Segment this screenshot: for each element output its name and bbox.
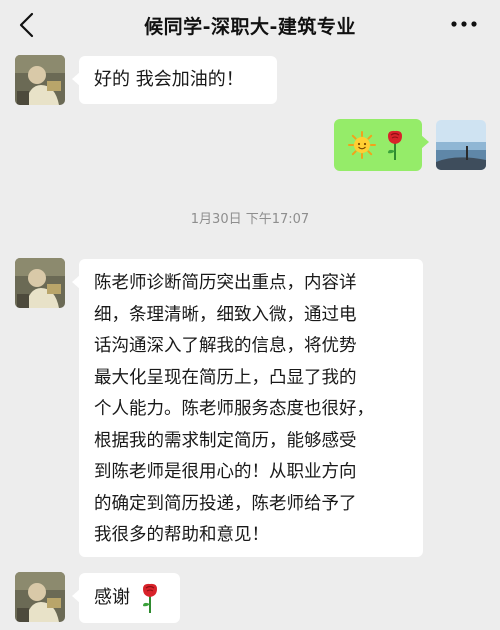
message-line: 陈老师诊断简历突出重点，内容详 xyxy=(94,273,357,293)
more-button[interactable] xyxy=(450,16,478,32)
message-line: 细，条理清晰，细致入微，通过电 xyxy=(94,304,357,325)
avatar-photo xyxy=(436,120,486,170)
more-dots-icon xyxy=(451,21,477,27)
message-line: 个人能力。陈老师服务态度也很好， xyxy=(94,399,374,419)
message-line: 根据我的需求制定简历，能够感受 xyxy=(94,430,357,451)
message-line: 的确定到简历投递，陈老师给予了 xyxy=(94,493,357,514)
message-text: 感谢 xyxy=(94,587,130,608)
message-line: 到陈老师是很用心的！从职业方向 xyxy=(94,462,357,482)
message-text: 好的 我会加油的！ xyxy=(94,69,244,90)
avatar-photo xyxy=(15,572,65,622)
my-avatar[interactable] xyxy=(436,120,486,170)
rose-emoji xyxy=(388,130,402,160)
chat-title: 候同学-深职大-建筑专业 xyxy=(144,16,356,38)
back-button[interactable] xyxy=(16,11,40,39)
message-bubble-in[interactable]: 感谢 xyxy=(72,573,180,623)
chevron-left-icon xyxy=(19,12,34,38)
contact-avatar[interactable] xyxy=(15,572,65,622)
message-line: 最大化呈现在简历上，凸显了我的 xyxy=(94,367,357,388)
contact-avatar[interactable] xyxy=(15,55,65,105)
message-bubble-out[interactable] xyxy=(334,119,429,171)
chat-header: 候同学-深职大-建筑专业 xyxy=(0,0,500,50)
message-line: 我很多的帮助和意见！ xyxy=(94,525,269,545)
sun-emoji xyxy=(348,131,376,159)
message-bubble-in[interactable]: 陈老师诊断简历突出重点，内容详 细，条理清晰，细致入微，通过电 话沟通深入了解我… xyxy=(72,259,423,557)
rose-emoji xyxy=(143,583,157,613)
chat-screen: 候同学-深职大-建筑专业 好的 我会加油的！ 1月30日 下午17:07 陈老师… xyxy=(0,0,500,630)
message-timestamp: 1月30日 下午17:07 xyxy=(190,212,310,227)
message-bubble-in[interactable]: 好的 我会加油的！ xyxy=(72,56,277,104)
contact-avatar[interactable] xyxy=(15,258,65,308)
message-line: 话沟通深入了解我的信息，将优势 xyxy=(94,336,357,356)
avatar-photo xyxy=(15,55,65,105)
avatar-photo xyxy=(15,258,65,308)
